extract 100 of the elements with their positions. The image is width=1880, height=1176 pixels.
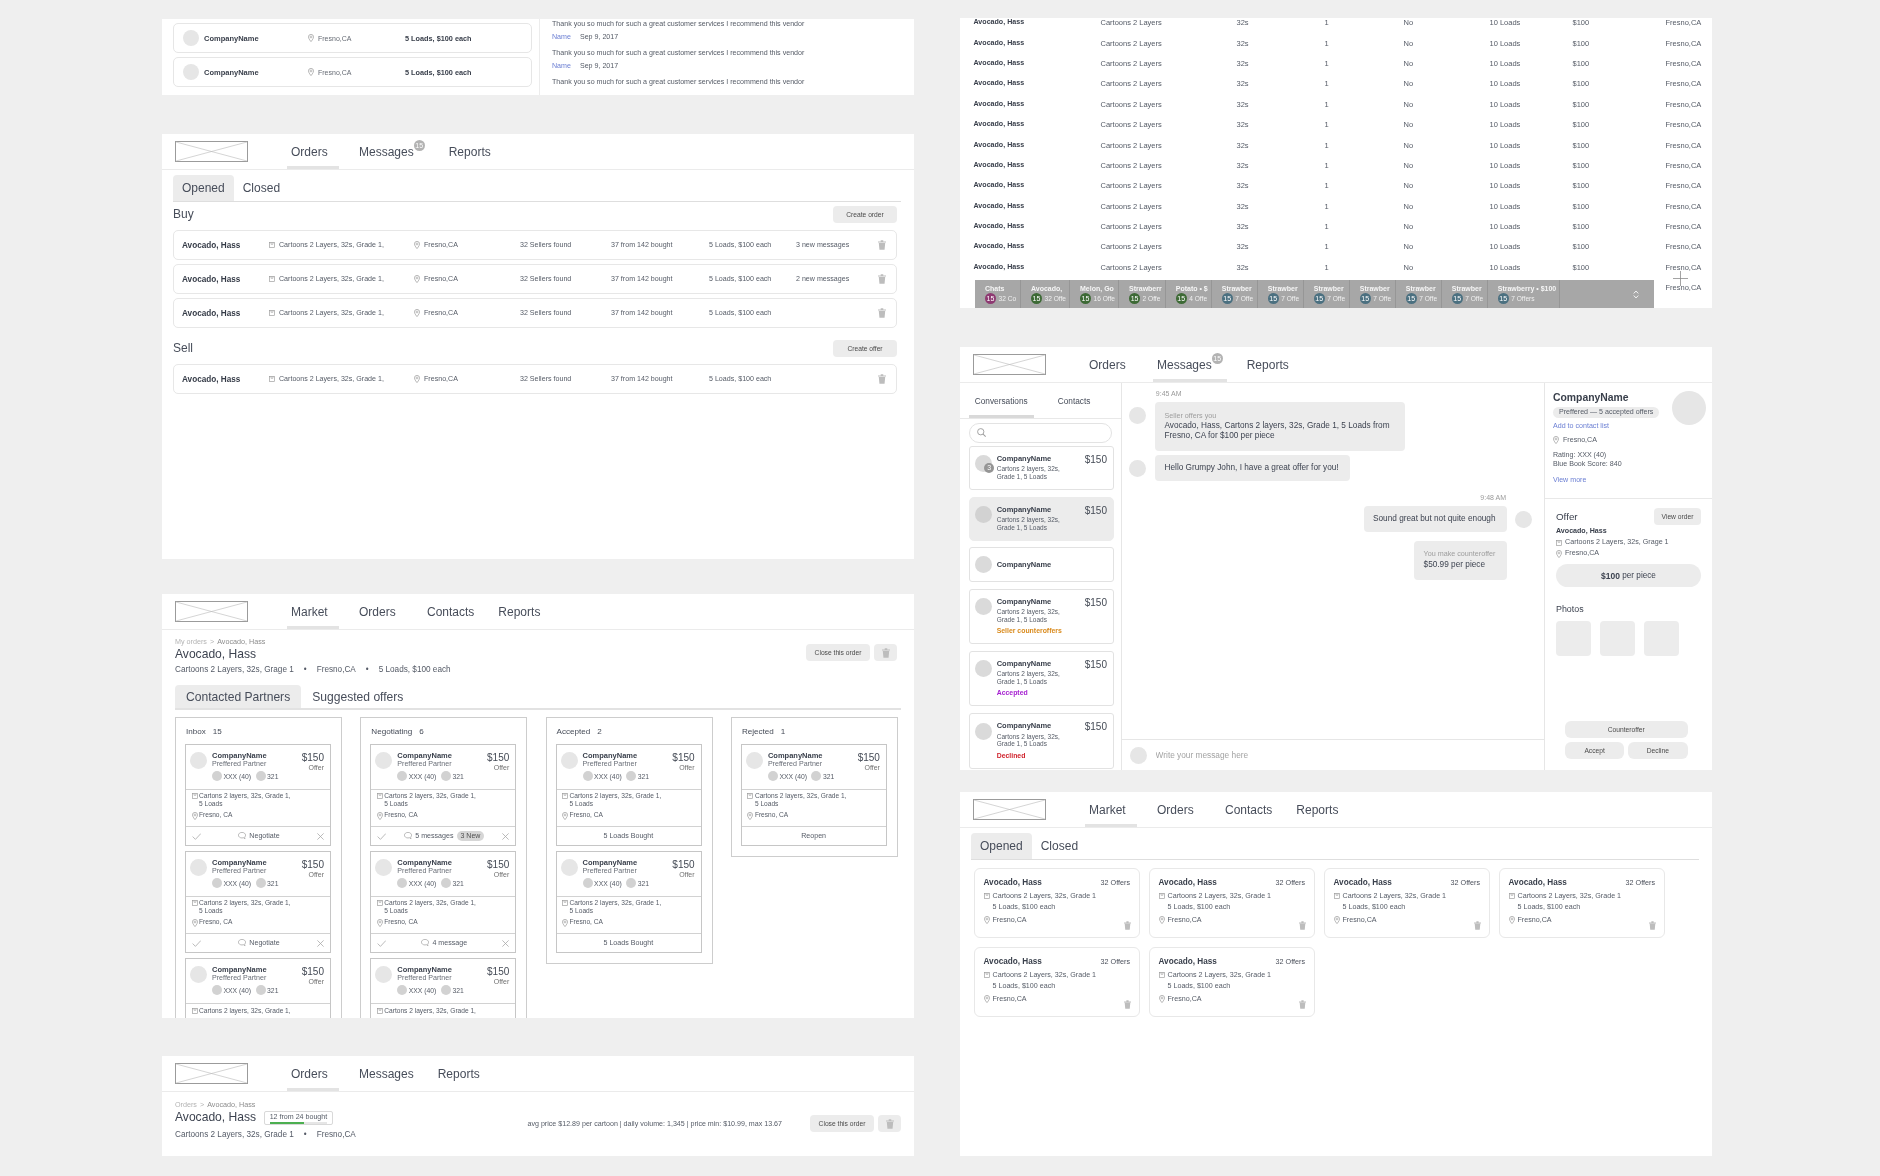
- nav-tab[interactable]: Reports: [1292, 792, 1345, 827]
- avatar: [560, 858, 578, 876]
- logo-placeholder[interactable]: [973, 799, 1046, 820]
- pin-icon: [1158, 916, 1165, 925]
- avatar: [1672, 391, 1706, 425]
- close-icon[interactable]: [502, 832, 510, 840]
- crosshair-icon: [1673, 271, 1688, 286]
- logo-placeholder[interactable]: [175, 1063, 248, 1084]
- price-text: $150: [301, 751, 324, 763]
- trash-icon[interactable]: [878, 308, 886, 318]
- detail-text: Fresno,CA: [316, 664, 356, 676]
- trash-icon[interactable]: [878, 374, 886, 384]
- close-icon[interactable]: [317, 832, 324, 840]
- close-icon[interactable]: [317, 939, 324, 947]
- trash-icon[interactable]: [1299, 921, 1306, 931]
- nav-tab[interactable]: Reports: [494, 594, 547, 629]
- trash-icon[interactable]: [878, 274, 886, 284]
- nav-tab[interactable]: Reports: [433, 1056, 486, 1091]
- avatar: [745, 751, 763, 769]
- delete-button[interactable]: [874, 644, 897, 661]
- close-icon[interactable]: [502, 939, 510, 947]
- search-icon: [976, 428, 986, 437]
- product-name: Avocado, Hass: [182, 374, 241, 384]
- filter-tab[interactable]: Opened: [971, 833, 1032, 859]
- product-name: Avocado, Hass: [1158, 956, 1217, 966]
- chat-bubble-icon: [238, 832, 247, 840]
- nav-tab[interactable]: Market: [1085, 792, 1137, 827]
- avatar: [974, 556, 992, 574]
- circle-icon: [440, 878, 451, 888]
- avatar: [183, 30, 199, 46]
- pin-icon: [983, 995, 990, 1004]
- product-name: Avocado, Hass: [1158, 878, 1217, 887]
- avatar: [375, 858, 393, 876]
- box-icon: [269, 376, 275, 382]
- column-title: Inbox: [186, 726, 206, 736]
- section-title: Offer: [1556, 510, 1578, 522]
- avatar: [190, 751, 207, 769]
- pin-icon: [308, 68, 314, 76]
- trash-icon[interactable]: [1649, 921, 1656, 931]
- bullet-separator: •: [303, 664, 307, 676]
- view-tab[interactable]: Contacted Partners: [175, 685, 302, 708]
- box-icon: [562, 793, 569, 799]
- column-title: Accepted: [556, 726, 591, 736]
- logo-placeholder[interactable]: [175, 141, 248, 162]
- nav-tab[interactable]: Market: [287, 594, 339, 629]
- view-tab[interactable]: Suggested offers: [301, 685, 415, 708]
- pin-icon: [376, 919, 383, 927]
- pin-icon: [414, 309, 420, 317]
- avatar: [974, 598, 992, 616]
- box-icon: [562, 900, 569, 906]
- pin-icon: [562, 812, 569, 820]
- pin-icon: [1508, 916, 1515, 925]
- nav-tab[interactable]: Contacts: [1221, 792, 1277, 827]
- product-name: Avocado, Hass: [1333, 878, 1392, 887]
- nav-tab[interactable]: Reports: [1242, 347, 1295, 382]
- product-name: Avocado, Hass: [182, 308, 241, 318]
- trash-icon[interactable]: [1124, 1000, 1131, 1010]
- sidebar-tab[interactable]: Contacts: [1051, 383, 1097, 418]
- price-pill: $100 per piece: [1556, 564, 1701, 588]
- pin-icon: [747, 812, 754, 820]
- check-icon[interactable]: [191, 832, 201, 840]
- detail-text: Cartoons 2 Layers, 32s, Grage 1: [175, 664, 294, 676]
- filter-tab[interactable]: Closed: [233, 175, 290, 201]
- message-field[interactable]: Write your message here: [1155, 746, 1532, 764]
- detail-text: 5 Loads, $100 each: [378, 664, 451, 676]
- price-text: $150: [301, 858, 324, 870]
- nav-tab[interactable]: Contacts: [423, 594, 479, 629]
- column-title: Rejected: [741, 726, 774, 736]
- check-icon[interactable]: [376, 832, 387, 840]
- box-icon: [376, 1008, 383, 1014]
- order-title: Avocado, Hass: [175, 1110, 257, 1125]
- up-down-chevron-icon[interactable]: [1633, 289, 1639, 299]
- pin-icon: [308, 34, 314, 42]
- nav-tab[interactable]: Orders: [355, 594, 407, 629]
- section-title: Sell: [173, 341, 193, 355]
- nav-tab[interactable]: Orders: [1085, 347, 1137, 382]
- pin-icon: [414, 275, 420, 283]
- check-icon[interactable]: [376, 939, 387, 947]
- sidebar-tab[interactable]: Conversations: [968, 383, 1034, 418]
- box-icon: [983, 893, 990, 900]
- nav-tab[interactable]: Reports: [444, 134, 497, 169]
- pin-icon: [414, 241, 420, 249]
- logo-placeholder[interactable]: [973, 354, 1046, 375]
- filter-tab[interactable]: Opened: [173, 175, 234, 201]
- trash-icon[interactable]: [1124, 921, 1131, 931]
- trash-icon[interactable]: [878, 240, 886, 250]
- delete-button[interactable]: [878, 1115, 901, 1132]
- price-text: $150: [1084, 504, 1107, 516]
- nav-tab[interactable]: Orders: [287, 134, 339, 169]
- chat-bubble-icon: [238, 939, 247, 947]
- nav-tab[interactable]: Orders: [1153, 792, 1205, 827]
- trash-icon[interactable]: [1474, 921, 1481, 931]
- nav-tab[interactable]: Orders: [287, 1056, 339, 1091]
- nav-tab[interactable]: Messages: [355, 1056, 418, 1091]
- trash-icon[interactable]: [1299, 1000, 1306, 1010]
- circle-icon: [255, 878, 266, 888]
- filter-tab[interactable]: Closed: [1031, 833, 1088, 859]
- trash-icon: [881, 647, 890, 658]
- logo-placeholder[interactable]: [175, 601, 248, 622]
- check-icon[interactable]: [191, 939, 201, 947]
